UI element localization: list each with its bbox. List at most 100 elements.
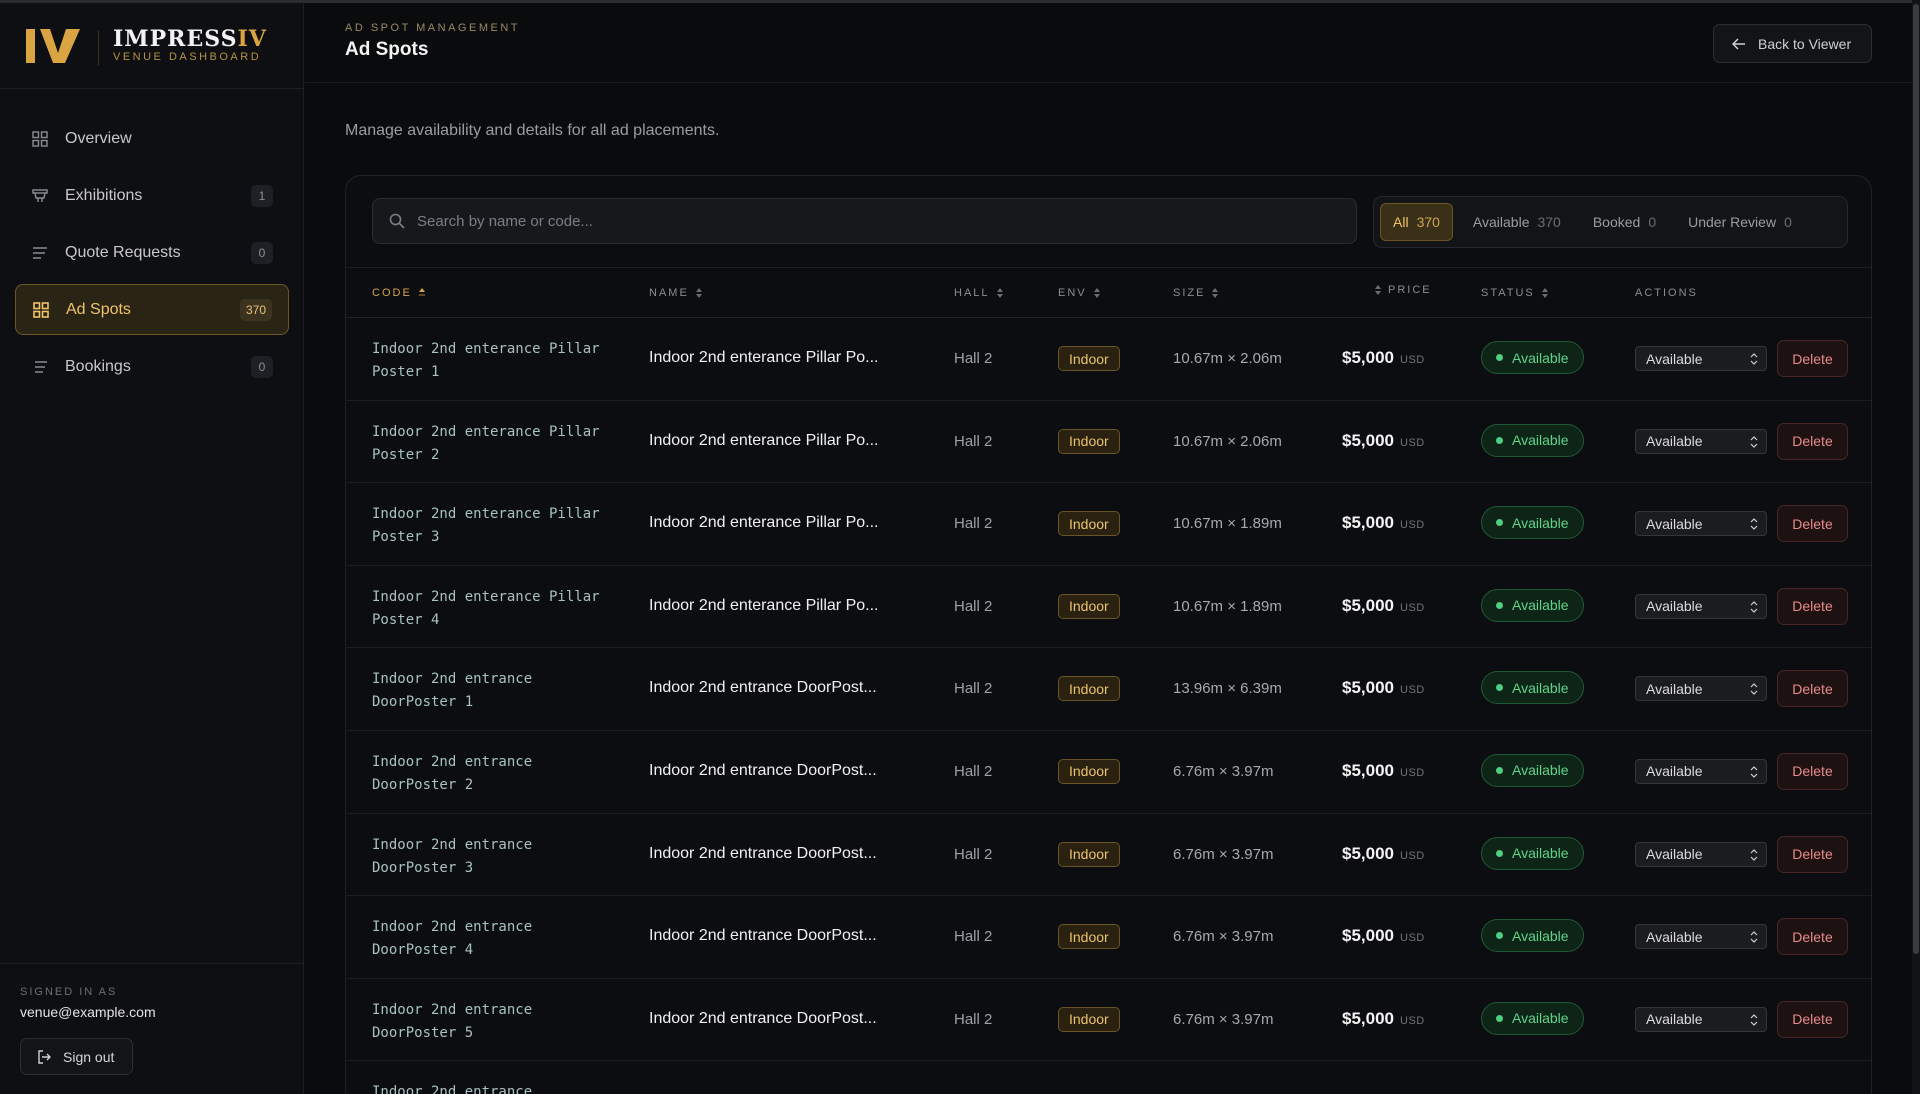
status-label: Available (1512, 597, 1569, 614)
chevron-updown-icon (1750, 518, 1758, 531)
delete-button[interactable]: Delete (1777, 752, 1848, 790)
price-value: $5,000 (1342, 595, 1394, 615)
back-to-viewer-button[interactable]: Back to Viewer (1713, 24, 1872, 63)
status-select[interactable]: Available (1635, 841, 1767, 867)
spot-name: Indoor 2nd entrance DoorPost... (649, 1009, 877, 1027)
price-currency: USD (1400, 932, 1425, 945)
code-line: Poster 1 (372, 364, 440, 380)
filter-tab-booked[interactable]: Booked 0 (1581, 203, 1668, 241)
spot-price: $5,000 USD (1342, 513, 1425, 533)
delete-button[interactable]: Delete (1777, 1000, 1848, 1038)
column-header-size[interactable]: SIZE (1173, 287, 1219, 299)
delete-button[interactable]: Delete (1777, 587, 1848, 625)
sidebar-item-label: Bookings (65, 357, 131, 375)
select-value: Available (1646, 680, 1703, 697)
status-select[interactable]: Available (1635, 758, 1767, 784)
signed-in-label: SIGNED IN AS (20, 986, 118, 998)
main-content: AD SPOT MANAGEMENT Ad Spots Back to View… (305, 3, 1920, 1094)
column-header-env[interactable]: ENV (1058, 287, 1101, 299)
status-filter-tabs: All 370 Available 370 Booked 0 Under Review… (1373, 196, 1848, 248)
column-header-status[interactable]: STATUS (1481, 287, 1549, 299)
filter-tab-under-review[interactable]: Under Review 0 (1676, 203, 1804, 241)
status-label: Available (1512, 1010, 1569, 1027)
code-line: Indoor 2nd entrance (372, 671, 533, 688)
scrollbar-thumb[interactable] (1913, 4, 1919, 954)
env-badge: Indoor (1058, 1006, 1120, 1032)
code-line: DoorPoster 3 (372, 859, 474, 876)
code-line: Indoor 2nd enterance Pillar (372, 341, 600, 357)
sidebar-item-overview[interactable]: Overview (15, 113, 289, 164)
page-scrollbar[interactable] (1912, 0, 1920, 1094)
status-label: Available (1512, 679, 1569, 696)
status-select[interactable]: Available (1635, 593, 1767, 619)
filter-tab-available[interactable]: Available 370 (1461, 203, 1573, 241)
status-select[interactable]: Available (1635, 511, 1767, 537)
brand-name: IMPRESSIV (113, 26, 267, 52)
spot-code: Indoor 2nd entrance DoorPoster 2 (372, 751, 612, 797)
search-input[interactable] (417, 212, 1356, 230)
status-label: Available (1512, 927, 1569, 944)
delete-button[interactable]: Delete (1777, 340, 1848, 377)
status-badge: Available (1481, 836, 1584, 870)
status-label: Available (1512, 762, 1569, 779)
sort-icon (996, 287, 1004, 299)
spot-hall: Hall 2 (954, 597, 993, 615)
sign-out-button[interactable]: Sign out (20, 1038, 133, 1075)
table-row: Indoor 2nd entrance DoorPoster 3 Indoor 2n… (346, 814, 1871, 897)
spot-name: Indoor 2nd entrance DoorPost... (649, 761, 877, 779)
delete-button[interactable]: Delete (1777, 505, 1848, 543)
spot-price: $5,000 USD (1342, 596, 1425, 616)
code-line: DoorPoster 5 (372, 1024, 474, 1041)
spot-name: Indoor 2nd enterance Pillar Po... (649, 349, 879, 366)
env-badge: Indoor (1058, 924, 1120, 950)
column-header-code[interactable]: CODE (372, 287, 426, 299)
price-value: $5,000 (1342, 1008, 1394, 1028)
delete-button[interactable]: Delete (1777, 670, 1848, 708)
column-label: ENV (1058, 287, 1087, 299)
sidebar-item-ad-spots[interactable]: Ad Spots 370 (15, 284, 289, 335)
filter-label: Available (1472, 214, 1530, 230)
sort-icon (1541, 287, 1549, 299)
status-select[interactable]: Available (1635, 676, 1767, 702)
code-line: Indoor 2nd enterance Pillar (372, 588, 600, 605)
price-currency: USD (1400, 354, 1425, 366)
page-description: Manage availability and details for all … (345, 122, 720, 139)
spot-code: Indoor 2nd entrance (372, 1081, 612, 1094)
price-currency: USD (1400, 519, 1425, 532)
sidebar-item-bookings[interactable]: Bookings 0 (15, 341, 289, 392)
price-value: $5,000 (1342, 678, 1394, 698)
spot-name: Indoor 2nd enterance Pillar Po... (649, 596, 879, 614)
code-line: DoorPoster 4 (372, 942, 474, 959)
sort-icon (1093, 287, 1101, 299)
status-select[interactable]: Available (1635, 346, 1767, 371)
column-header-hall[interactable]: HALL (954, 287, 1004, 299)
env-badge: Indoor (1058, 511, 1120, 537)
column-label: HALL (954, 287, 990, 299)
sidebar-item-exhibitions[interactable]: Exhibitions 1 (15, 170, 289, 221)
status-select[interactable]: Available (1635, 428, 1767, 454)
spot-name: Indoor 2nd entrance DoorPost... (649, 927, 877, 945)
select-value: Available (1646, 598, 1703, 615)
sidebar-footer: SIGNED IN AS venue@example.com Sign out (0, 963, 303, 1094)
column-header-name[interactable]: NAME (649, 287, 703, 299)
delete-button[interactable]: Delete (1777, 422, 1848, 460)
chevron-updown-icon (1750, 766, 1758, 778)
status-select[interactable]: Available (1635, 924, 1767, 950)
status-dot (1496, 519, 1503, 527)
sidebar-item-quote-requests[interactable]: Quote Requests 0 (15, 227, 289, 278)
column-header-price[interactable]: PRICE (1374, 284, 1432, 296)
delete-button[interactable]: Delete (1777, 835, 1848, 873)
price-value: $5,000 (1342, 843, 1394, 863)
sort-icon (1374, 284, 1382, 296)
spot-price: $5,000 USD (1342, 761, 1425, 781)
status-select[interactable]: Available (1635, 1006, 1767, 1032)
sort-icon (1211, 287, 1219, 299)
sign-out-label: Sign out (63, 1048, 115, 1065)
delete-button[interactable]: Delete (1777, 918, 1848, 956)
price-currency: USD (1400, 436, 1425, 449)
price-currency: USD (1400, 1014, 1425, 1027)
chevron-updown-icon (1750, 1013, 1758, 1026)
status-badge: Available (1481, 506, 1584, 540)
status-label: Available (1512, 349, 1569, 366)
filter-tab-all[interactable]: All 370 (1380, 203, 1453, 241)
